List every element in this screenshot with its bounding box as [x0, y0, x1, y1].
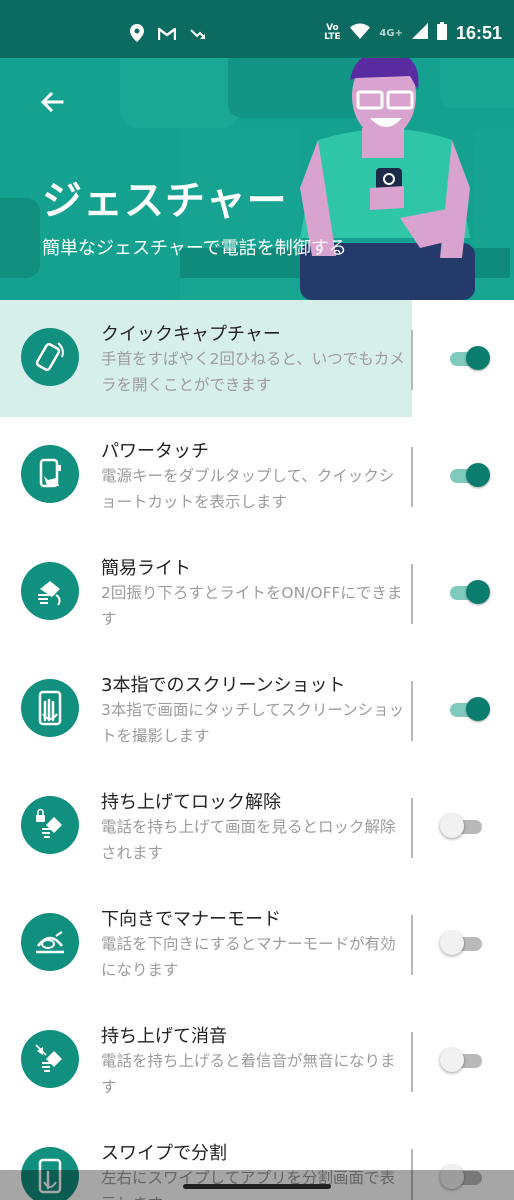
- divider: [411, 915, 413, 975]
- flashlight-chop-icon: [21, 562, 79, 620]
- item-description: 3本指で画面にタッチしてスクリーンショットを撮影します: [101, 701, 405, 745]
- divider: [411, 330, 413, 390]
- item-description: 電話を下向きにするとマナーモードが有効になります: [101, 935, 396, 979]
- item-title: 3本指でのスクリーンショット: [101, 675, 346, 696]
- lift-to-mute-toggle[interactable]: [440, 1046, 492, 1074]
- item-description: 電源キーをダブルタップして、クイックショートカットを表示します: [101, 467, 395, 511]
- home-gesture-handle[interactable]: [183, 1184, 331, 1189]
- gesture-list: クイックキャプチャー 手首をすばやく2回ひねると、いつでもカメラを開くことができ…: [0, 300, 514, 1200]
- status-bar: Vo LTE 4G+ 16:51: [0, 0, 514, 58]
- page-title: ジェスチャー: [42, 178, 288, 224]
- list-item[interactable]: 持ち上げて消音 電話を持ち上げると着信音が無音になります: [0, 1002, 514, 1119]
- divider: [411, 798, 413, 858]
- lift-to-unlock-toggle[interactable]: [440, 812, 492, 840]
- list-item[interactable]: 3本指でのスクリーンショット 3本指で画面にタッチしてスクリーンショットを撮影し…: [0, 651, 514, 768]
- item-title: 簡易ライト: [101, 558, 191, 579]
- item-title: 下向きでマナーモード: [101, 909, 281, 930]
- volte-indicator: Vo LTE: [324, 23, 341, 42]
- quick-capture-toggle[interactable]: [440, 344, 492, 372]
- missed-call-icon: [190, 26, 206, 45]
- list-item[interactable]: パワータッチ 電源キーをダブルタップして、クイックショートカットを表示します: [0, 417, 514, 534]
- item-description: 手首をすばやく2回ひねると、いつでもカメラを開くことができます: [101, 350, 405, 394]
- power-touch-toggle[interactable]: [440, 461, 492, 489]
- back-arrow-icon: [40, 91, 64, 113]
- phone-twist-icon: [21, 328, 79, 386]
- flip-for-silent-toggle[interactable]: [440, 929, 492, 957]
- list-item[interactable]: 簡易ライト 2回振り下ろすとライトをON/OFFにできます: [0, 534, 514, 651]
- easy-light-toggle[interactable]: [440, 578, 492, 606]
- gestures-header: ジェスチャー 簡単なジェスチャーで電話を制御する: [0, 58, 514, 300]
- divider: [411, 564, 413, 624]
- signal-icon: [411, 23, 428, 43]
- list-item[interactable]: クイックキャプチャー 手首をすばやく2回ひねると、いつでもカメラを開くことができ…: [0, 300, 514, 417]
- item-description: 電話を持ち上げて画面を見るとロック解除されます: [101, 818, 396, 862]
- clock: 16:51: [455, 22, 502, 43]
- three-finger-icon: [21, 679, 79, 737]
- location-icon: [130, 24, 144, 46]
- item-title: クイックキャプチャー: [101, 324, 281, 345]
- power-touch-icon: [21, 445, 79, 503]
- lift-unlock-icon: [21, 796, 79, 854]
- battery-icon: [436, 22, 447, 44]
- back-button[interactable]: [36, 86, 68, 118]
- list-item[interactable]: 下向きでマナーモード 電話を下向きにするとマナーモードが有効になります: [0, 885, 514, 1002]
- divider: [411, 447, 413, 507]
- gmail-icon: [157, 26, 177, 45]
- item-title: 持ち上げて消音: [101, 1026, 227, 1047]
- list-item[interactable]: 持ち上げてロック解除 電話を持ち上げて画面を見るとロック解除されます: [0, 768, 514, 885]
- item-title: 持ち上げてロック解除: [101, 792, 281, 813]
- page-subtitle: 簡単なジェスチャーで電話を制御する: [42, 238, 347, 259]
- flip-silent-icon: [21, 913, 79, 971]
- item-title: パワータッチ: [101, 441, 209, 462]
- divider: [411, 1032, 413, 1092]
- divider: [411, 681, 413, 741]
- item-description: 2回振り下ろすとライトをON/OFFにできます: [101, 584, 403, 628]
- wifi-icon: [350, 23, 371, 43]
- item-description: 電話を持ち上げると着信音が無音になります: [101, 1052, 396, 1096]
- lift-mute-icon: [21, 1030, 79, 1088]
- three-finger-screenshot-toggle[interactable]: [440, 695, 492, 723]
- item-title: スワイプで分割: [101, 1143, 227, 1164]
- network-type: 4G+: [379, 27, 403, 39]
- navigation-bar: [0, 1170, 514, 1200]
